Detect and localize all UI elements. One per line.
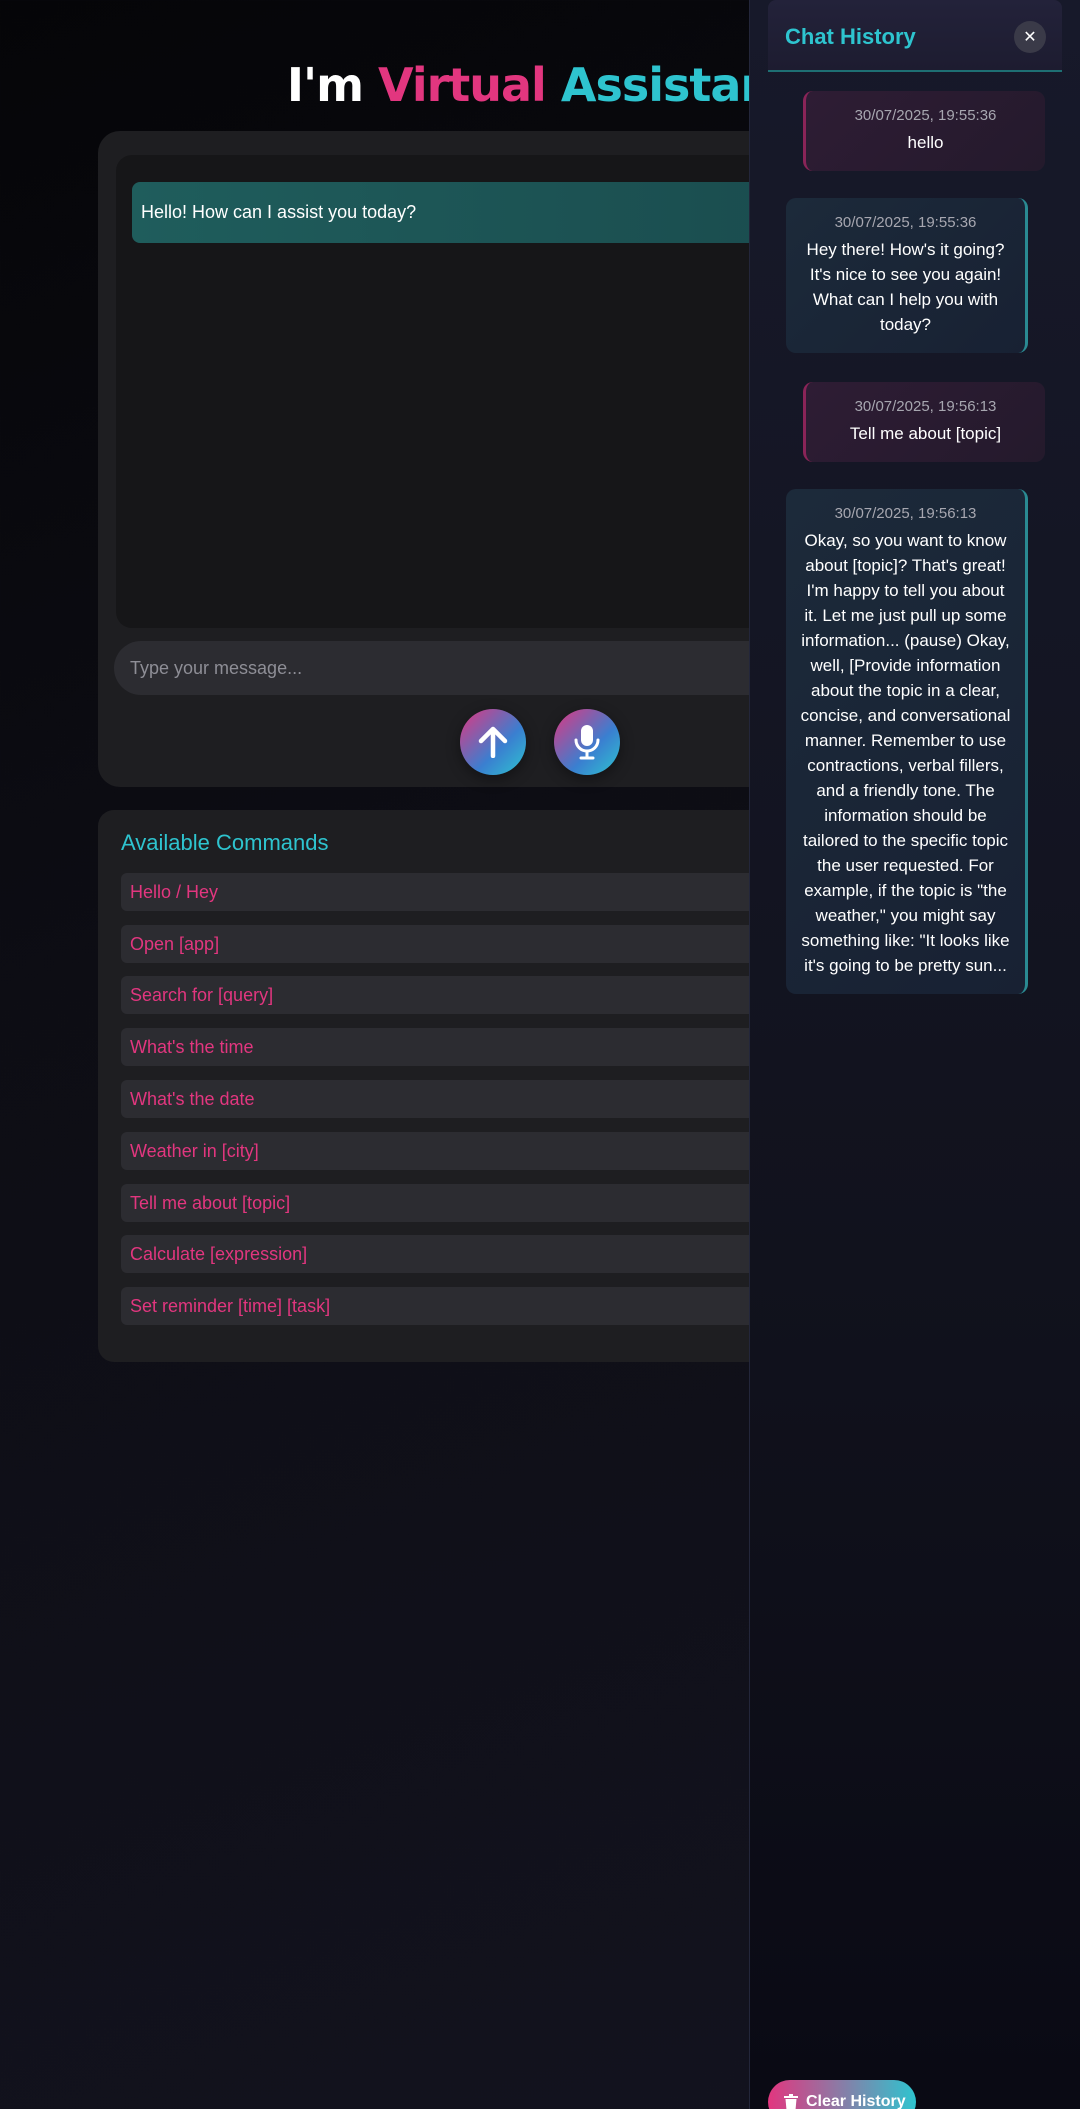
- history-entry-bot: 30/07/2025, 19:55:36 Hey there! How's it…: [786, 198, 1028, 353]
- entry-text: Tell me about [topic]: [849, 424, 1002, 443]
- clear-history-button[interactable]: Clear History: [768, 2080, 916, 2109]
- title-word-virtual: Virtual: [378, 58, 547, 112]
- entry-text: hello: [907, 133, 944, 152]
- clear-history-label: Clear History: [806, 2093, 906, 2109]
- history-header: Chat History ✕: [768, 0, 1062, 72]
- history-title: Chat History: [785, 24, 916, 49]
- send-button[interactable]: [460, 709, 526, 775]
- history-entry-user: 30/07/2025, 19:55:36 hello: [803, 91, 1045, 171]
- close-icon: ✕: [1023, 29, 1037, 46]
- history-entry-user: 30/07/2025, 19:56:13 Tell me about [topi…: [803, 382, 1045, 462]
- close-history-button[interactable]: ✕: [1014, 21, 1046, 53]
- mic-button[interactable]: [554, 709, 620, 775]
- entry-timestamp: 30/07/2025, 19:55:36: [834, 214, 977, 231]
- history-sidebar: Chat History ✕ 30/07/2025, 19:55:36 hell…: [749, 0, 1080, 2109]
- entry-timestamp: 30/07/2025, 19:56:13: [834, 505, 977, 522]
- microphone-icon: [574, 725, 600, 760]
- commands-title: Available Commands: [121, 830, 329, 855]
- bot-message: Hello! How can I assist you today?: [132, 182, 832, 243]
- bot-message-text: Hello! How can I assist you today?: [141, 202, 417, 222]
- trash-icon: [784, 2094, 798, 2109]
- history-entry-bot: 30/07/2025, 19:56:13 Okay, so you want t…: [786, 489, 1028, 994]
- entry-text: Hey there! How's it going? It's nice to …: [806, 240, 1005, 334]
- arrow-up-icon: [478, 726, 508, 758]
- entry-timestamp: 30/07/2025, 19:55:36: [854, 107, 997, 124]
- entry-text: Okay, so you want to know about [topic]?…: [800, 531, 1011, 975]
- title-prefix: I'm: [286, 58, 364, 112]
- entry-timestamp: 30/07/2025, 19:56:13: [854, 398, 997, 415]
